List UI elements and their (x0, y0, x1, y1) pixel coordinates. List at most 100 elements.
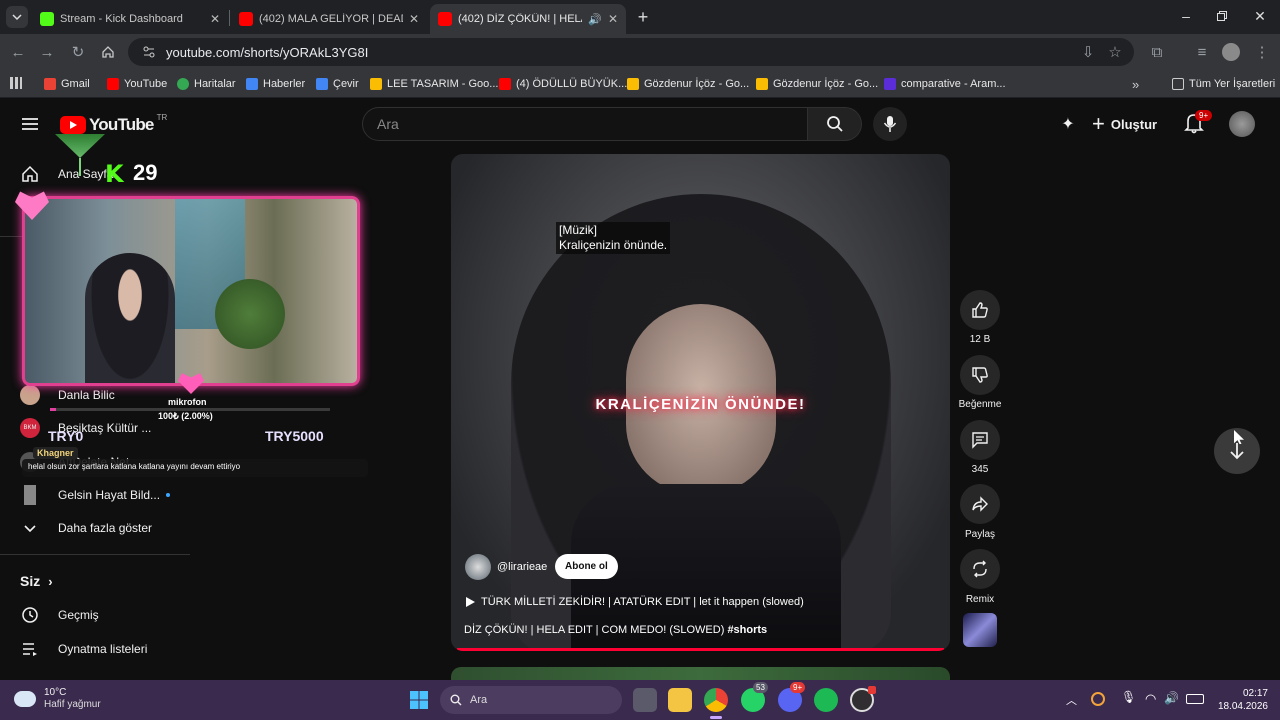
folder-icon (1172, 78, 1184, 90)
bookmark-odullu[interactable]: (4) ÖDÜLLÜ BÜYÜK... (499, 75, 627, 93)
close-tab-icon[interactable]: ✕ (210, 12, 220, 26)
video-progress-track[interactable] (457, 648, 944, 651)
speaker-icon[interactable]: 🔊 (588, 13, 602, 26)
battery-icon[interactable] (1186, 694, 1204, 704)
bookmark-gozdenur-1[interactable]: Gözdenur İçöz - Go... (627, 75, 749, 93)
thumbs-down-icon (972, 367, 988, 383)
bookmark-comparative[interactable]: comparative - Aram... (884, 75, 1006, 93)
chrome-icon[interactable] (704, 688, 728, 712)
maximize-button[interactable] (1212, 6, 1232, 26)
url-text: youtube.com/shorts/yORAkL3YG8I (166, 44, 369, 60)
search-button[interactable] (808, 107, 862, 141)
bookmark-star-icon[interactable]: ☆ (1103, 40, 1127, 64)
more-menu-icon[interactable]: ⋮ (1250, 40, 1274, 64)
apps-grid-icon[interactable] (10, 77, 22, 89)
menu-hamburger-icon[interactable] (20, 114, 40, 134)
translate-icon (316, 78, 328, 90)
windows-start-button[interactable] (407, 688, 431, 712)
close-tab-icon[interactable]: ✕ (409, 12, 419, 26)
dislike-button[interactable] (960, 355, 1000, 395)
browser-tab-kick[interactable]: Stream - Kick Dashboard ✕ (32, 4, 228, 34)
tray-microphone-icon[interactable]: 🎙 (1121, 690, 1136, 704)
channel-handle[interactable]: @lirarieae (497, 561, 547, 573)
tab-separator (229, 10, 230, 26)
shorts-video-player[interactable]: [Müzik] Kraliçenizin önünde. KRALİÇENİZİ… (451, 154, 950, 651)
bookmark-gmail[interactable]: Gmail (44, 75, 90, 93)
account-avatar[interactable] (1229, 111, 1255, 137)
clock[interactable]: 02:17 18.04.2026 (1212, 687, 1268, 713)
new-tab-button[interactable]: + (632, 6, 654, 28)
search-input[interactable]: Ara (362, 107, 808, 141)
volume-icon[interactable]: 🔊 (1164, 691, 1179, 705)
webcam-plant (215, 279, 285, 349)
sidebar-section-you[interactable]: Siz › (20, 573, 53, 589)
install-app-icon[interactable]: ⇩ (1076, 40, 1100, 64)
all-bookmarks-folder[interactable]: Tüm Yer İşaretleri (1172, 75, 1275, 93)
create-button[interactable]: + Oluştur (1092, 110, 1157, 138)
avatar (20, 385, 40, 405)
notifications-button[interactable]: 9+ (1184, 110, 1213, 136)
close-window-button[interactable]: ✕ (1250, 6, 1270, 26)
weather-widget[interactable]: 10°C Hafif yağmur (14, 687, 101, 711)
close-tab-icon[interactable]: ✕ (608, 12, 618, 26)
taskbar-search[interactable]: Ara (440, 686, 622, 714)
next-shorts-preview[interactable] (451, 667, 950, 680)
bookmark-maps[interactable]: Haritalar (177, 75, 236, 93)
kahoot-icon (884, 78, 896, 90)
extensions-icon[interactable]: ⧉ (1145, 40, 1169, 64)
share-button[interactable] (960, 484, 1000, 524)
hashtag-link[interactable]: #shorts (727, 624, 767, 636)
bookmark-youtube[interactable]: YouTube (107, 75, 167, 93)
site-info-icon[interactable] (142, 45, 156, 59)
discord-badge: 9+ (790, 682, 806, 693)
back-button[interactable]: ← (6, 40, 30, 64)
sidebar-subscription[interactable]: Gelsin Hayat Bild... (0, 478, 190, 512)
gmail-icon (44, 78, 56, 90)
forward-button[interactable]: → (35, 40, 59, 64)
whatsapp-icon[interactable]: 53 (741, 682, 768, 712)
notification-badge: 9+ (1195, 110, 1213, 121)
remix-button[interactable] (960, 549, 1000, 589)
subscribe-button[interactable]: Abone ol (555, 554, 618, 579)
address-bar[interactable]: youtube.com/shorts/yORAkL3YG8I (128, 38, 1134, 66)
sound-thumbnail[interactable] (963, 613, 997, 647)
bookmark-lee-tasarim[interactable]: LEE TASARIM - Goo... (370, 75, 498, 93)
youtube-logo[interactable]: YouTube TR (60, 113, 167, 136)
home-button[interactable] (96, 40, 120, 64)
browser-tab-hela[interactable]: (402) DİZ ÇÖKÜN! | HELA E 🔊 ✕ (430, 4, 626, 34)
sidebar-item-history[interactable]: Geçmiş (0, 598, 190, 632)
tab-search-button[interactable] (6, 6, 28, 28)
youtube-icon (438, 12, 452, 26)
show-more-button[interactable]: Daha fazla göster (0, 511, 190, 545)
tray-overflow-chevron-icon[interactable]: ︿ (1066, 692, 1077, 708)
clock-time: 02:17 (1242, 688, 1268, 699)
tray-sync-icon[interactable] (1091, 692, 1105, 706)
voice-search-button[interactable] (873, 107, 907, 141)
spotify-icon[interactable] (814, 688, 838, 712)
profile-avatar[interactable] (1222, 43, 1240, 61)
bookmark-label: Çevir (333, 78, 359, 90)
bookmark-news[interactable]: Haberler (246, 75, 305, 93)
media-controls-icon[interactable]: ≡ (1190, 40, 1214, 64)
bookmark-translate[interactable]: Çevir (316, 75, 359, 93)
browser-tab-deadpool[interactable]: (402) MALA GELİYOR | DEADPO ✕ (231, 4, 427, 34)
reload-button[interactable]: ↻ (66, 40, 90, 64)
news-icon (246, 78, 258, 90)
sidebar-item-playlists[interactable]: Oynatma listeleri (0, 632, 190, 666)
channel-avatar[interactable] (465, 554, 491, 580)
song-link[interactable]: TÜRK MİLLETİ ZEKİDİR! | ATATÜRK EDIT | l… (465, 596, 804, 608)
minimize-button[interactable]: – (1176, 6, 1196, 26)
bookmark-gozdenur-2[interactable]: Gözdenur İçöz - Go... (756, 75, 878, 93)
wifi-icon[interactable]: ◠ (1145, 691, 1156, 707)
kick-icon (40, 12, 54, 26)
file-explorer-icon[interactable] (668, 688, 692, 712)
discord-icon[interactable]: 9+ (778, 682, 806, 712)
obs-icon[interactable] (850, 686, 876, 712)
drive-icon (370, 78, 382, 90)
bookmarks-overflow-button[interactable]: » (1132, 75, 1139, 93)
yt-ai-icon[interactable]: ✦ (1058, 114, 1078, 134)
playlist-icon (20, 639, 40, 659)
task-view-icon[interactable] (633, 688, 657, 712)
like-button[interactable] (960, 290, 1000, 330)
comments-button[interactable] (960, 420, 1000, 460)
